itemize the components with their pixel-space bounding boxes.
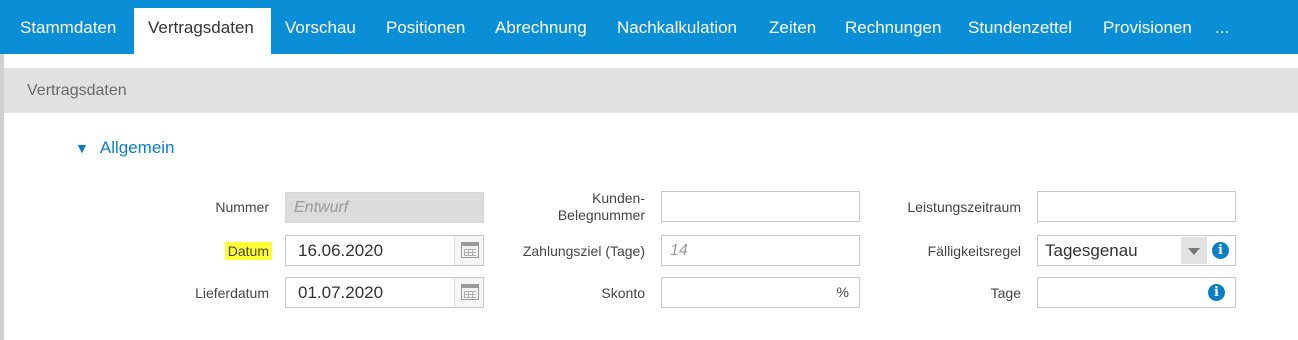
section-title: Allgemein — [99, 138, 175, 157]
nummer-placeholder: Entwurf — [294, 199, 349, 216]
label-kunden-line2: Belegnummer — [557, 207, 645, 223]
label-nummer: Nummer — [215, 199, 269, 215]
tab-stammdaten[interactable]: Stammdaten — [20, 8, 116, 54]
label-datum-text: Datum — [224, 242, 272, 260]
label-tage: Tage — [990, 285, 1021, 301]
datum-calendar-button[interactable] — [454, 236, 483, 265]
skonto-field[interactable]: % — [661, 277, 860, 308]
calendar-icon — [461, 284, 479, 300]
tab-more[interactable]: ... — [1215, 8, 1229, 54]
label-faelligkeitsregel: Fälligkeitsregel — [927, 243, 1021, 259]
triangle-down-icon: ▼ — [75, 140, 89, 156]
zahlungsziel-field[interactable]: 14 — [661, 235, 860, 266]
tab-stundenzettel[interactable]: Stundenzettel — [968, 8, 1072, 54]
faelligkeitsregel-value: Tagesgenau — [1045, 241, 1138, 260]
datum-value: 16.06.2020 — [298, 241, 384, 260]
label-kunden-belegnummer: Kunden- Belegnummer — [500, 190, 645, 224]
faelligkeitsregel-select[interactable]: Tagesgenau i — [1037, 235, 1236, 266]
zahlungsziel-placeholder: 14 — [670, 242, 688, 259]
nummer-field: Entwurf — [285, 192, 484, 223]
chevron-down-icon[interactable] — [1181, 237, 1207, 264]
label-skonto: Skonto — [601, 285, 645, 301]
tab-bar: Stammdaten Vertragsdaten Vorschau Positi… — [0, 0, 1298, 54]
leistungszeitraum-field[interactable] — [1037, 191, 1236, 222]
tage-field[interactable]: i — [1037, 277, 1236, 308]
lieferdatum-field[interactable]: 01.07.2020 — [285, 277, 484, 308]
label-lieferdatum: Lieferdatum — [195, 285, 269, 301]
tab-positionen[interactable]: Positionen — [386, 8, 465, 54]
tab-rechnungen[interactable]: Rechnungen — [845, 8, 941, 54]
tab-provisionen[interactable]: Provisionen — [1103, 8, 1192, 54]
lieferdatum-calendar-button[interactable] — [454, 278, 483, 307]
tab-vorschau[interactable]: Vorschau — [285, 8, 356, 54]
tab-zeiten[interactable]: Zeiten — [769, 8, 816, 54]
info-icon[interactable]: i — [1208, 284, 1225, 301]
tab-abrechnung[interactable]: Abrechnung — [495, 8, 587, 54]
label-datum: Datum — [150, 242, 272, 260]
label-zahlungsziel: Zahlungsziel (Tage) — [522, 243, 645, 259]
panel-title: Vertragsdaten — [4, 68, 1298, 113]
percent-unit: % — [836, 284, 849, 300]
datum-field[interactable]: 16.06.2020 — [285, 235, 484, 266]
kunden-belegnummer-field[interactable] — [661, 191, 860, 222]
section-toggle-allgemein[interactable]: ▼ Allgemein — [75, 137, 175, 159]
label-kunden-line1: Kunden- — [592, 190, 645, 206]
info-icon[interactable]: i — [1212, 242, 1229, 259]
tab-vertragsdaten[interactable]: Vertragsdaten — [134, 8, 271, 54]
calendar-icon — [461, 242, 479, 258]
label-leistungszeitraum: Leistungszeitraum — [907, 199, 1021, 215]
tab-nachkalkulation[interactable]: Nachkalkulation — [617, 8, 737, 54]
lieferdatum-value: 01.07.2020 — [298, 283, 384, 302]
